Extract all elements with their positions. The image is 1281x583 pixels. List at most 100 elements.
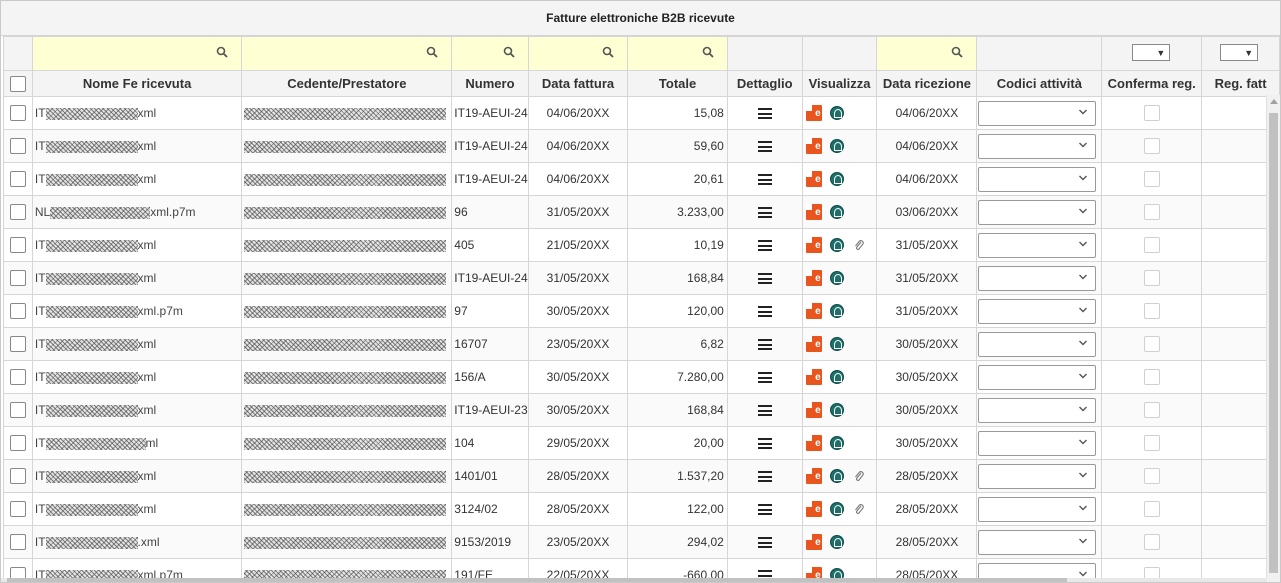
row-checkbox[interactable] (9, 237, 26, 253)
fe-file-icon[interactable]: e (805, 105, 822, 121)
eye-circle-icon[interactable] (829, 535, 844, 549)
row-checkbox[interactable] (9, 534, 26, 550)
filter-data-fattura[interactable] (527, 36, 629, 71)
select-all-checkbox[interactable] (9, 75, 26, 92)
hamburger-menu-icon[interactable] (757, 438, 772, 450)
hamburger-menu-icon[interactable] (757, 174, 772, 186)
hamburger-menu-icon[interactable] (757, 537, 772, 549)
conferma-checkbox[interactable] (1143, 435, 1160, 451)
col-dettaglio[interactable]: Dettaglio (726, 70, 803, 97)
table-row[interactable]: IT xml 16707 23/05/20XX 6,82 e 30/05/20XX (3, 327, 1280, 361)
row-checkbox[interactable] (9, 270, 26, 286)
scrollbar-thumb-horizontal[interactable] (7, 578, 1067, 582)
fe-file-icon[interactable]: e (805, 435, 822, 451)
fe-file-icon[interactable]: e (805, 468, 822, 484)
scrollbar-thumb[interactable] (1269, 113, 1278, 573)
paperclip-icon[interactable] (854, 470, 864, 482)
eye-circle-icon[interactable] (829, 106, 844, 120)
hamburger-menu-icon[interactable] (757, 372, 772, 384)
fe-file-icon[interactable]: e (805, 138, 822, 154)
table-row[interactable]: IT xml IT19-AEUI-24 31/05/20XX 168,84 e 3… (3, 261, 1280, 295)
codici-attivita-dropdown[interactable] (978, 430, 1097, 456)
filter-numero[interactable] (451, 36, 529, 71)
eye-circle-icon[interactable] (829, 139, 844, 153)
conferma-checkbox[interactable] (1143, 303, 1160, 319)
conferma-checkbox[interactable] (1143, 171, 1160, 187)
conferma-checkbox[interactable] (1143, 138, 1160, 154)
table-row[interactable]: IT xml IT19-AEUI-24 04/06/20XX 59,60 e 04… (3, 129, 1280, 163)
table-row[interactable]: IT xml 405 21/05/20XX 10,19 e 31/05/20XX (3, 228, 1280, 262)
fe-file-icon[interactable]: e (805, 501, 822, 517)
codici-attivita-dropdown[interactable] (978, 496, 1097, 522)
scroll-up-icon[interactable] (1270, 99, 1278, 104)
row-checkbox[interactable] (9, 303, 26, 319)
eye-circle-icon[interactable] (829, 502, 844, 516)
fe-file-icon[interactable]: e (805, 534, 822, 550)
col-totale[interactable]: Totale (627, 70, 728, 97)
row-checkbox[interactable] (9, 468, 26, 484)
filter-data-ricezione[interactable] (876, 36, 978, 71)
table-row[interactable]: IT xml IT19-AEUI-24 04/06/20XX 15,08 e 04… (3, 96, 1280, 130)
hamburger-menu-icon[interactable] (757, 306, 772, 318)
codici-attivita-dropdown[interactable] (978, 265, 1097, 291)
filter-totale[interactable] (627, 36, 728, 71)
table-row[interactable]: IT xml.p7m 97 30/05/20XX 120,00 e 31/05/2… (3, 294, 1280, 328)
codici-attivita-dropdown[interactable] (978, 199, 1097, 225)
codici-attivita-dropdown[interactable] (978, 133, 1097, 159)
conferma-checkbox[interactable] (1143, 534, 1160, 550)
eye-circle-icon[interactable] (829, 304, 844, 318)
hamburger-menu-icon[interactable] (757, 141, 772, 153)
row-checkbox[interactable] (9, 435, 26, 451)
conferma-checkbox[interactable] (1143, 501, 1160, 517)
codici-attivita-dropdown[interactable] (978, 397, 1097, 423)
hamburger-menu-icon[interactable] (757, 207, 772, 219)
codici-attivita-dropdown[interactable] (978, 166, 1097, 192)
search-icon[interactable] (426, 46, 439, 59)
fe-file-icon[interactable]: e (805, 303, 822, 319)
table-row[interactable]: NL xml.p7m 96 31/05/20XX 3.233,00 e 03/06… (3, 195, 1280, 229)
codici-attivita-dropdown[interactable] (978, 364, 1097, 390)
fe-file-icon[interactable]: e (805, 270, 822, 286)
col-nome[interactable]: Nome Fe ricevuta (31, 70, 243, 97)
hamburger-menu-icon[interactable] (757, 108, 772, 120)
table-row[interactable]: IT .xml 9153/2019 23/05/20XX 294,02 e 28/… (3, 525, 1280, 559)
fe-file-icon[interactable]: e (805, 402, 822, 418)
table-row[interactable]: IT xml 3124/02 28/05/20XX 122,00 e 28/05/… (3, 492, 1280, 526)
eye-circle-icon[interactable] (829, 271, 844, 285)
conferma-checkbox[interactable] (1143, 270, 1160, 286)
row-checkbox[interactable] (9, 138, 26, 154)
col-data-ricezione[interactable]: Data ricezione (876, 70, 978, 97)
reg-filter-select[interactable]: ▼ (1220, 44, 1259, 61)
search-icon[interactable] (702, 46, 715, 59)
codici-attivita-dropdown[interactable] (978, 529, 1097, 555)
paperclip-icon[interactable] (854, 239, 864, 251)
conferma-checkbox[interactable] (1143, 468, 1160, 484)
conferma-checkbox[interactable] (1143, 105, 1160, 121)
row-checkbox[interactable] (9, 171, 26, 187)
col-conferma[interactable]: Conferma reg. (1101, 70, 1203, 97)
row-checkbox[interactable] (9, 105, 26, 121)
conferma-checkbox[interactable] (1143, 204, 1160, 220)
hamburger-menu-icon[interactable] (757, 471, 772, 483)
eye-circle-icon[interactable] (829, 337, 844, 351)
conferma-checkbox[interactable] (1143, 336, 1160, 352)
codici-attivita-dropdown[interactable] (978, 298, 1097, 324)
row-checkbox[interactable] (9, 204, 26, 220)
fe-file-icon[interactable]: e (805, 171, 822, 187)
col-cedente[interactable]: Cedente/Prestatore (241, 70, 453, 97)
search-icon[interactable] (216, 46, 229, 59)
search-icon[interactable] (602, 46, 615, 59)
row-checkbox[interactable] (9, 501, 26, 517)
eye-circle-icon[interactable] (829, 172, 844, 186)
col-visualizza[interactable]: Visualizza (801, 70, 878, 97)
eye-circle-icon[interactable] (829, 370, 844, 384)
filter-nome[interactable] (31, 36, 243, 71)
table-row[interactable]: IT xml IT19-AEUI-23 30/05/20XX 168,84 e 3… (3, 393, 1280, 427)
fe-file-icon[interactable]: e (805, 336, 822, 352)
hamburger-menu-icon[interactable] (757, 339, 772, 351)
eye-circle-icon[interactable] (829, 469, 844, 483)
table-row[interactable]: IT xml 156/A 30/05/20XX 7.280,00 e 30/05/… (3, 360, 1280, 394)
hamburger-menu-icon[interactable] (757, 273, 772, 285)
fe-file-icon[interactable]: e (805, 237, 822, 253)
paperclip-icon[interactable] (854, 503, 864, 515)
